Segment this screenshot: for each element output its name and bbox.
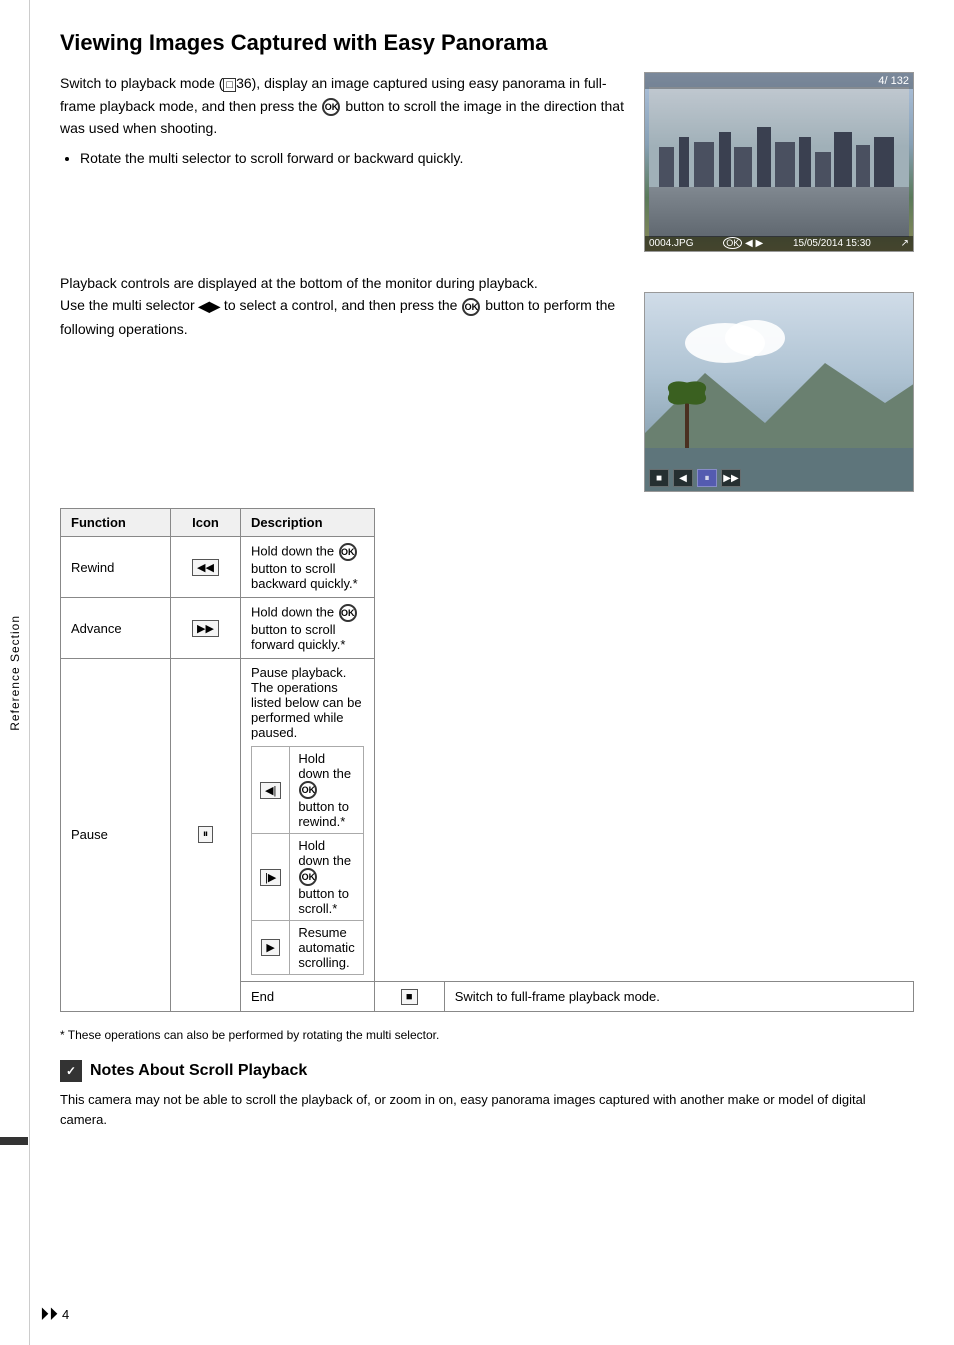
ok-symbol-2: OK <box>462 298 480 316</box>
playback-line1: Playback controls are displayed at the b… <box>60 272 624 294</box>
sub-table-row: |▶ Hold down the OK button to scroll.* <box>252 834 364 921</box>
sub-desc-frame-advance: Hold down the OK button to scroll.* <box>290 834 363 921</box>
row-desc-rewind: Hold down the OK button to scroll backwa… <box>241 537 375 598</box>
row-desc-pause-main: Pause playback. The operations listed be… <box>241 659 375 982</box>
camera-ok-indicator: OK ◀ ▶ <box>723 238 763 249</box>
camera-end-icon: ↗ <box>901 238 909 249</box>
sidebar-tab <box>0 1137 28 1145</box>
pause-sub-table: ◀| Hold down the OK button to rewind.* |… <box>251 746 364 975</box>
stop-icon-box: ■ <box>401 989 418 1005</box>
play-icon: ▶ <box>261 939 279 956</box>
sub-desc-frame-rewind: Hold down the OK button to rewind.* <box>290 747 363 834</box>
intro-text: Switch to playback mode (□36), display a… <box>60 72 624 252</box>
page-num-icon: ⏵⏵ <box>40 1304 58 1325</box>
panorama-thumbnail-1 <box>645 73 913 251</box>
col-header-function: Function <box>61 509 171 537</box>
panorama-svg <box>645 293 914 492</box>
page-num-text: 4 <box>62 1307 69 1322</box>
camera-preview-1: 4/ 132 <box>644 72 914 252</box>
col-header-description: Description <box>241 509 375 537</box>
table-row: Rewind ◀◀ Hold down the OK button to scr… <box>61 537 914 598</box>
pause-desc-text: Pause playback. The operations listed be… <box>251 665 364 740</box>
ok-symbol-1: OK <box>322 98 340 116</box>
row-function-advance: Advance <box>61 598 171 659</box>
camera-date: 15/05/2014 15:30 <box>793 238 871 249</box>
rewind-icon-box: ◀◀ <box>192 559 219 576</box>
notes-title: ✓ Notes About Scroll Playback <box>60 1060 914 1082</box>
notes-title-text: Notes About Scroll Playback <box>90 1062 307 1080</box>
intro-bullet-1: Rotate the multi selector to scroll forw… <box>80 147 624 169</box>
table-header-row: Function Icon Description <box>61 509 914 537</box>
notes-body: This camera may not be able to scroll th… <box>60 1090 914 1132</box>
row-icon-rewind: ◀◀ <box>171 537 241 598</box>
playback-section: Playback controls are displayed at the b… <box>60 272 914 492</box>
second-preview-screen: ■ ◀ ⏸ ▶▶ <box>644 292 914 492</box>
main-content: Viewing Images Captured with Easy Panora… <box>30 0 954 1345</box>
ok-badge: OK <box>723 237 742 249</box>
page-ref-num: 36 <box>236 75 252 91</box>
camera-filename: 0004.JPG <box>649 238 693 249</box>
pause-control[interactable]: ⏸ <box>697 469 717 487</box>
playback-line2: Use the multi selector ◀▶ to select a co… <box>60 294 624 340</box>
sub-desc-play: Resume automatic scrolling. <box>290 921 363 975</box>
arrow-selector: ◀▶ <box>199 298 221 314</box>
row-function-end: End <box>241 982 375 1012</box>
camera-screen-1: 4/ 132 <box>644 72 914 252</box>
footnote: * These operations can also be performed… <box>60 1026 914 1044</box>
camera-info-bar: 0004.JPG OK ◀ ▶ 15/05/2014 15:30 ↗ <box>645 236 913 251</box>
row-function-rewind: Rewind <box>61 537 171 598</box>
playback-controls-bar: ■ ◀ ⏸ ▶▶ <box>649 469 745 487</box>
rewind-control[interactable]: ◀ <box>673 469 693 487</box>
row-desc-end: Switch to full-frame playback mode. <box>444 982 913 1012</box>
col-header-icon: Icon <box>171 509 241 537</box>
intro-list: Rotate the multi selector to scroll forw… <box>80 147 624 169</box>
panorama-thumbnail-2 <box>645 293 913 491</box>
table-row: Advance ▶▶ Hold down the OK button to sc… <box>61 598 914 659</box>
frame-rewind-icon: ◀| <box>260 782 281 799</box>
function-table: Function Icon Description Rewind ◀◀ Hold… <box>60 508 914 1012</box>
stop-control[interactable]: ■ <box>649 469 669 487</box>
page-number: ⏵⏵ 4 <box>40 1304 69 1325</box>
camera-preview-2: ■ ◀ ⏸ ▶▶ <box>644 272 914 492</box>
frame-advance-icon: |▶ <box>260 869 281 886</box>
sidebar: Reference Section <box>0 0 30 1345</box>
ok-rewind: OK <box>339 543 357 561</box>
row-icon-pause: ⏸ <box>171 659 241 1012</box>
row-function-pause: Pause <box>61 659 171 1012</box>
page-ref-box: □ <box>223 78 236 92</box>
intro-section: Switch to playback mode (□36), display a… <box>60 72 914 252</box>
camera-frame-info: 4/ 132 <box>645 73 913 89</box>
ok-sub2: OK <box>299 868 317 886</box>
row-icon-advance: ▶▶ <box>171 598 241 659</box>
sub-icon-frame-rewind: ◀| <box>252 747 290 834</box>
pause-icon-box: ⏸ <box>198 826 214 843</box>
sub-table-row: ▶ Resume automatic scrolling. <box>252 921 364 975</box>
sub-icon-play: ▶ <box>252 921 290 975</box>
notes-section: ✓ Notes About Scroll Playback This camer… <box>60 1060 914 1132</box>
ok-sub1: OK <box>299 781 317 799</box>
row-icon-end: ■ <box>374 982 444 1012</box>
page-title: Viewing Images Captured with Easy Panora… <box>60 30 914 56</box>
frame-count: 4/ 132 <box>878 75 909 87</box>
sub-icon-frame-advance: |▶ <box>252 834 290 921</box>
notes-checkmark-icon: ✓ <box>60 1060 82 1082</box>
playback-text: Playback controls are displayed at the b… <box>60 272 624 492</box>
city-svg <box>649 87 909 237</box>
sub-table-row: ◀| Hold down the OK button to rewind.* <box>252 747 364 834</box>
table-row: Pause ⏸ Pause playback. The operations l… <box>61 659 914 982</box>
sidebar-label: Reference Section <box>8 615 22 731</box>
row-desc-advance: Hold down the OK button to scroll forwar… <box>241 598 375 659</box>
intro-paragraph: Switch to playback mode (□36), display a… <box>60 72 624 139</box>
advance-icon-box: ▶▶ <box>192 620 219 637</box>
advance-control[interactable]: ▶▶ <box>721 469 741 487</box>
ok-advance: OK <box>339 604 357 622</box>
